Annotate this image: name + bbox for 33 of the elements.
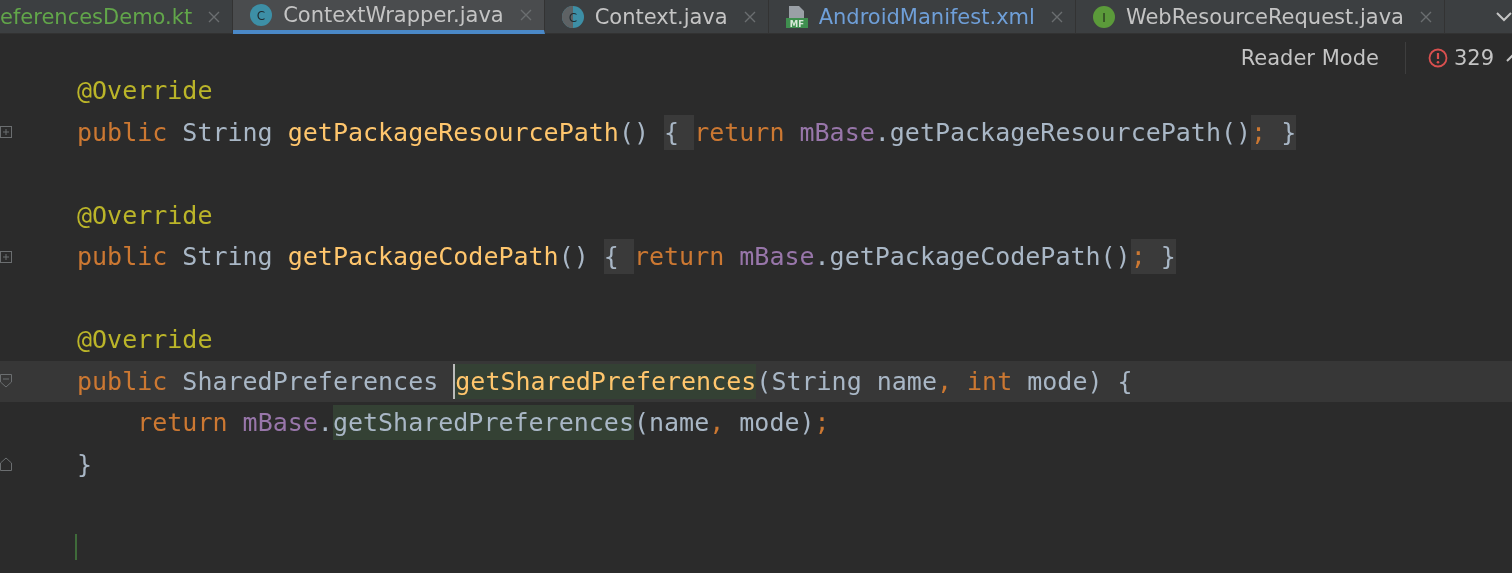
expand-fold-icon[interactable] [0,249,12,264]
class-icon: C [249,3,274,27]
error-icon [1427,48,1448,68]
code-line: public SharedPreferences getSharedPreferences(String name, int mode) { [77,366,1133,396]
code-line: public String getPackageResourcePath() { return mBase.getPackageResourcePath(); } [77,117,1297,147]
class-icon: C [560,5,585,29]
editor-tab[interactable]: C Context.java [544,0,769,34]
tab-label: ContextWrapper.java [283,3,504,27]
code-line: @Override [77,200,213,230]
fold-end-icon[interactable] [0,457,12,472]
tab-label: Context.java [594,5,728,29]
code-line: return mBase.getSharedPreferences(name, mode); [77,408,830,438]
code-line: @Override [77,76,213,106]
tab-label: AndroidManifest.xml [818,5,1035,29]
tab-label: WebResourceRequest.java [1125,5,1404,29]
code-line: } [77,449,93,479]
close-icon[interactable] [519,9,532,21]
chevron-down-icon[interactable] [1496,11,1512,22]
editor-tab[interactable]: MF AndroidManifest.xml [768,0,1076,34]
editor-tab[interactable]: I WebResourceRequest.java [1075,0,1445,34]
code-line: @Override [77,325,213,355]
editor-tab[interactable]: C ContextWrapper.java [233,0,545,34]
tab-label: eferencesDemo.kt [0,5,193,29]
fold-start-icon[interactable] [0,374,12,389]
close-icon[interactable] [1050,11,1063,23]
expand-fold-icon[interactable] [0,125,12,140]
close-icon[interactable] [743,11,756,23]
interface-icon: I [1091,5,1116,29]
error-count[interactable]: 329 [1453,46,1494,70]
reader-mode-button[interactable]: Reader Mode [1238,42,1381,74]
close-icon[interactable] [1419,11,1432,23]
close-icon[interactable] [208,11,221,23]
code-line: public String getPackageCodePath() { return mBase.getPackageCodePath(); } [77,242,1176,272]
